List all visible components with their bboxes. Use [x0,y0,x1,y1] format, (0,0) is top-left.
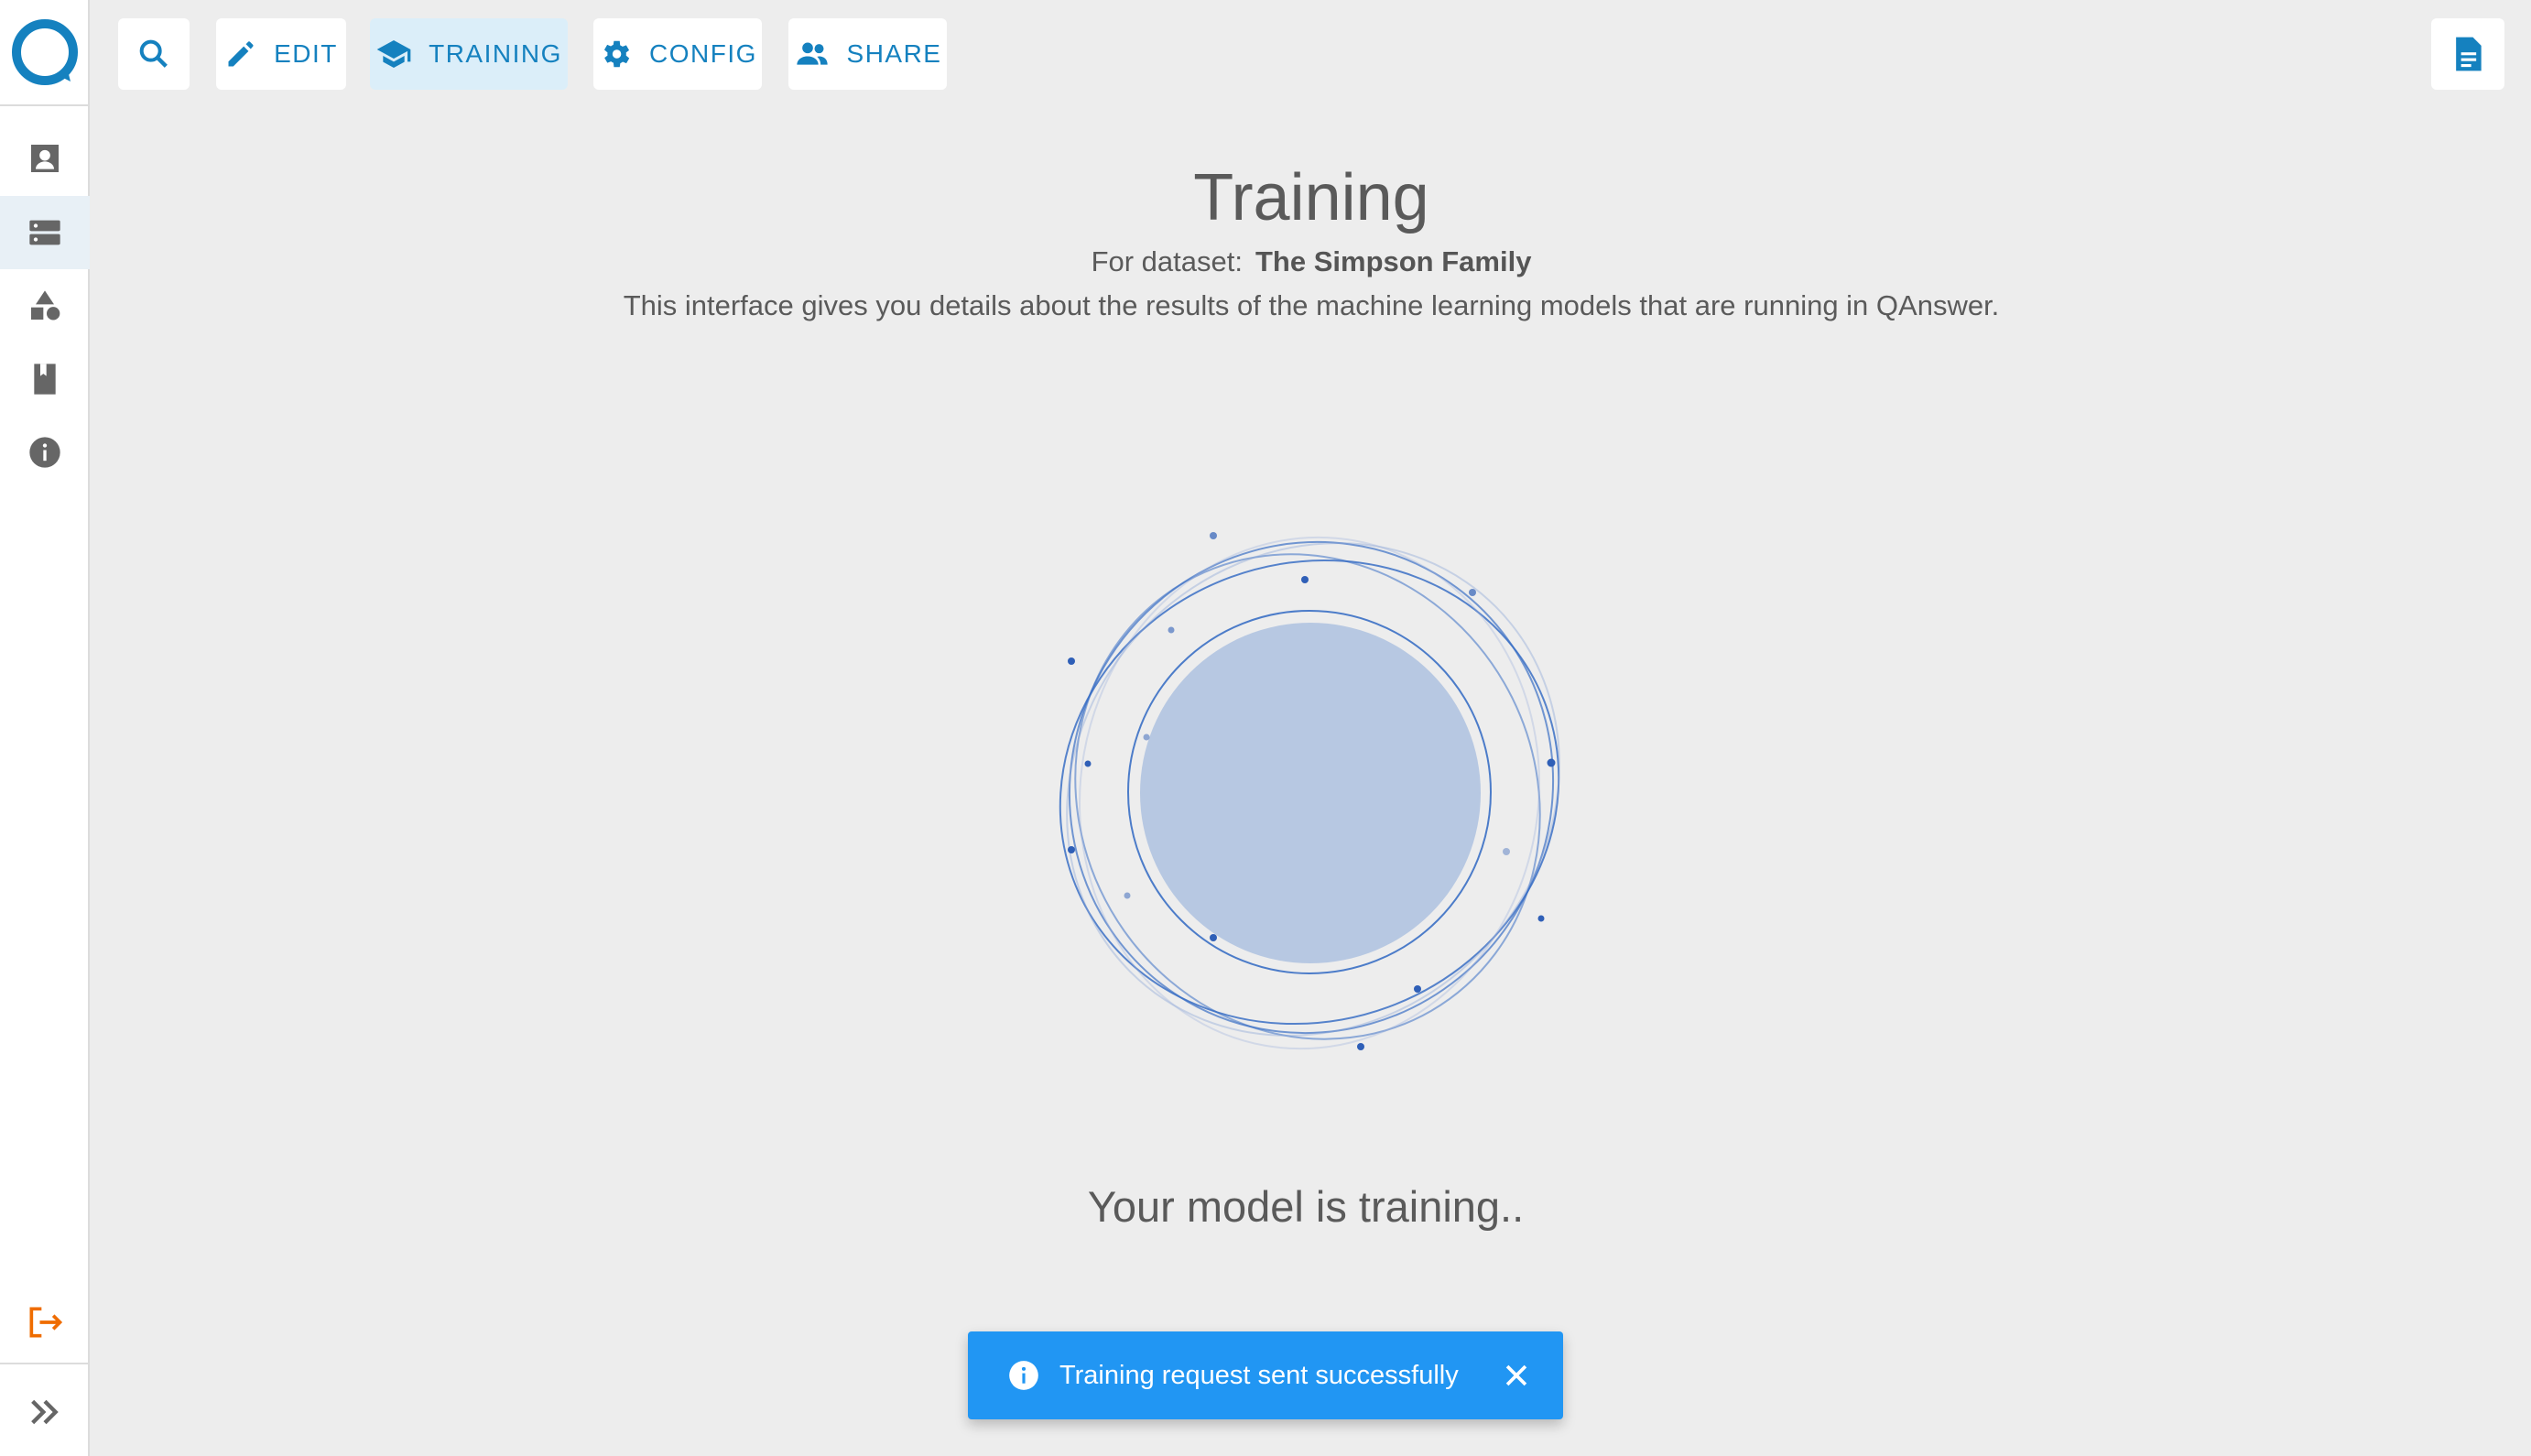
book-icon [34,364,56,395]
info-icon [1006,1358,1041,1393]
people-icon [796,42,828,65]
sidebar-item-categories[interactable] [0,269,90,342]
contact-card-icon [31,145,59,172]
expand-sidebar-button[interactable] [0,1375,90,1449]
info-icon [29,437,60,468]
page-title: Training [1193,161,1429,234]
app-logo[interactable] [0,0,90,106]
sidebar-item-datasets[interactable] [0,196,90,269]
pencil-icon [228,41,254,67]
sidebar [0,0,90,1456]
training-label: TRAINING [429,39,562,68]
page-description: This interface gives you details about t… [623,289,2000,321]
training-animation [1059,532,1560,1050]
sidebar-divider [0,1363,90,1364]
double-chevron-right-icon [31,1399,59,1425]
qanswer-logo-icon [12,19,78,85]
tab-training[interactable]: TRAINING [370,18,568,90]
share-label: SHARE [846,39,942,68]
logout-button[interactable] [0,1286,90,1359]
document-icon [2456,37,2482,71]
shapes-icon [31,290,60,321]
sidebar-item-info[interactable] [0,416,90,489]
search-icon [139,39,168,68]
edit-button[interactable]: EDIT [216,18,346,90]
sidebar-item-docs[interactable] [0,342,90,416]
logout-icon [29,1307,63,1338]
search-button[interactable] [118,18,190,90]
document-button[interactable] [2431,18,2504,90]
close-icon[interactable] [1501,1360,1532,1391]
storage-icon [29,220,60,245]
toast-notification: Training request sent successfully [968,1331,1563,1419]
dataset-line: For dataset: The Simpson Family [92,245,2531,278]
orb-core [1140,623,1481,963]
share-button[interactable]: SHARE [788,18,947,90]
config-button[interactable]: CONFIG [593,18,762,90]
training-status: Your model is training.. [1087,1182,1525,1231]
dataset-name: The Simpson Family [1255,245,1532,277]
gear-icon [604,40,630,68]
dataset-prefix: For dataset: [1091,245,1243,277]
edit-label: EDIT [274,39,338,68]
toast-message: Training request sent successfully [1059,1360,1459,1390]
graduation-cap-icon [376,40,411,68]
sidebar-item-profile[interactable] [0,122,90,195]
config-label: CONFIG [649,39,757,68]
